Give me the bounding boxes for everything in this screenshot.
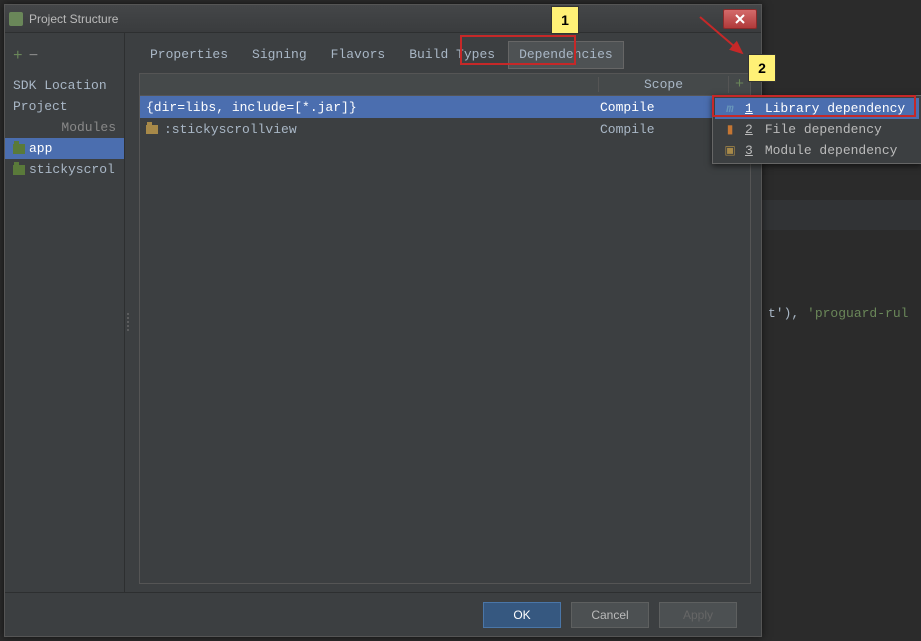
tabs: Properties Signing Flavors Build Types D… <box>139 41 751 69</box>
col-scope: Scope <box>598 77 728 92</box>
cancel-button[interactable]: Cancel <box>571 602 649 628</box>
tab-signing[interactable]: Signing <box>241 41 318 69</box>
file-icon: ▮ <box>723 122 737 137</box>
sidebar-toolbar: + − <box>5 43 124 75</box>
remove-module-icon[interactable]: − <box>29 47 39 65</box>
sidebar-module-sticky[interactable]: stickyscrol <box>5 159 124 180</box>
dependency-scope[interactable]: Compile <box>592 100 722 115</box>
apply-button[interactable]: Apply <box>659 602 737 628</box>
sidebar-module-label: app <box>29 141 52 156</box>
popup-item-module-dependency[interactable]: ▣ 3 Module dependency <box>715 140 919 161</box>
popup-item-library-dependency[interactable]: m 1 Library dependency <box>715 98 919 119</box>
tab-flavors[interactable]: Flavors <box>320 41 397 69</box>
project-structure-dialog: Project Structure + − SDK Location Proje… <box>4 4 762 637</box>
popup-label: File dependency <box>765 122 882 137</box>
content-area: Properties Signing Flavors Build Types D… <box>125 33 761 592</box>
popup-item-file-dependency[interactable]: ▮ 2 File dependency <box>715 119 919 140</box>
sidebar-module-label: stickyscrol <box>29 162 115 177</box>
popup-hotkey: 2 <box>745 122 753 137</box>
popup-hotkey: 1 <box>745 101 753 116</box>
background-editor-strip <box>762 200 921 230</box>
add-module-icon[interactable]: + <box>13 47 23 65</box>
dialog-body: + − SDK Location Project Modules app sti… <box>5 33 761 592</box>
window-buttons <box>723 9 757 29</box>
sidebar-modules-heading: Modules <box>5 117 124 138</box>
sidebar: + − SDK Location Project Modules app sti… <box>5 33 125 592</box>
tab-build-types[interactable]: Build Types <box>398 41 506 69</box>
window-title: Project Structure <box>29 12 118 26</box>
table-row[interactable]: {dir=libs, include=[*.jar]} Compile ▼ <box>140 96 750 118</box>
dependencies-table: Scope + {dir=libs, include=[*.jar]} Comp… <box>139 73 751 584</box>
dependency-scope[interactable]: Compile <box>592 122 722 137</box>
popup-label: Library dependency <box>765 101 905 116</box>
tab-properties[interactable]: Properties <box>139 41 239 69</box>
add-dependency-button[interactable]: + <box>728 76 750 93</box>
popup-hotkey: 3 <box>745 143 753 158</box>
add-dependency-popup: m 1 Library dependency ▮ 2 File dependen… <box>712 95 921 164</box>
dialog-footer: OK Cancel Apply <box>5 592 761 636</box>
sidebar-item-sdk-location[interactable]: SDK Location <box>5 75 124 96</box>
library-icon: m <box>723 102 737 116</box>
tab-dependencies[interactable]: Dependencies <box>508 41 624 69</box>
close-icon <box>734 13 746 25</box>
module-icon <box>13 144 25 154</box>
titlebar: Project Structure <box>5 5 761 33</box>
table-body: {dir=libs, include=[*.jar]} Compile ▼ :s… <box>140 96 750 583</box>
popup-label: Module dependency <box>765 143 898 158</box>
close-button[interactable] <box>723 9 757 29</box>
sidebar-module-app[interactable]: app <box>5 138 124 159</box>
app-icon <box>9 12 23 26</box>
dependency-name: :stickyscrollview <box>146 122 592 137</box>
dependency-name: {dir=libs, include=[*.jar]} <box>146 100 592 115</box>
sidebar-item-project[interactable]: Project <box>5 96 124 117</box>
ok-button[interactable]: OK <box>483 602 561 628</box>
folder-icon: ▣ <box>723 143 737 158</box>
folder-icon <box>146 125 158 134</box>
table-header: Scope + <box>140 74 750 96</box>
background-code: t'), 'proguard-rul <box>768 306 908 321</box>
module-icon <box>13 165 25 175</box>
table-row[interactable]: :stickyscrollview Compile ▼ <box>140 118 750 140</box>
